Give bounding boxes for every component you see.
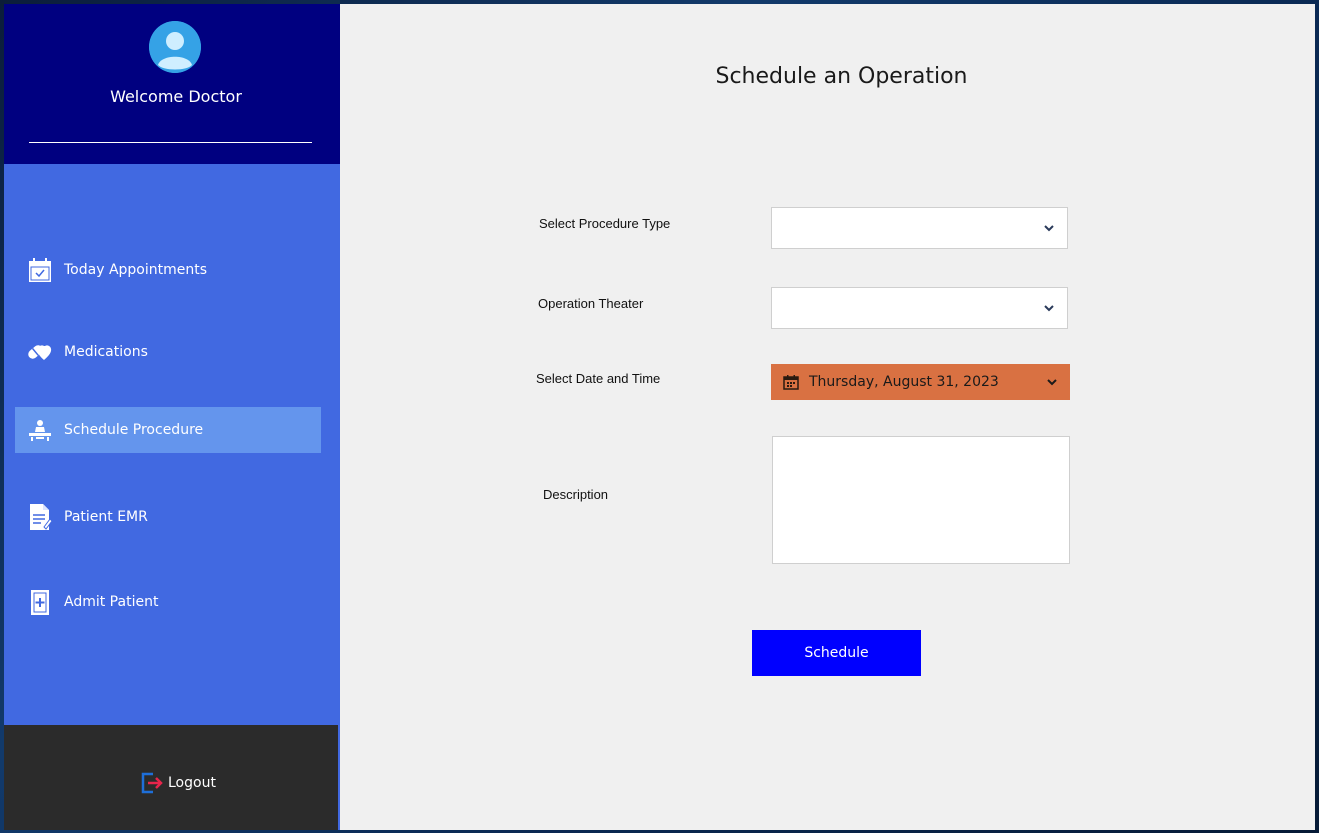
document-icon: [26, 503, 54, 531]
schedule-button[interactable]: Schedule: [752, 630, 921, 676]
sidebar-item-label: Admit Patient: [64, 594, 159, 610]
sidebar: Welcome Doctor Today Appointments Medica…: [4, 4, 340, 830]
page-title: Schedule an Operation: [715, 64, 968, 89]
operation-theater-dropdown[interactable]: [771, 287, 1068, 329]
header-divider: [29, 142, 312, 143]
chevron-down-icon: [1044, 225, 1054, 232]
user-avatar-icon: [149, 21, 201, 73]
sidebar-header: Welcome Doctor: [4, 4, 340, 164]
calendar-check-icon: [26, 256, 54, 284]
description-field[interactable]: [772, 436, 1070, 564]
sidebar-item-label: Today Appointments: [64, 262, 208, 278]
sidebar-item-admit-patient[interactable]: Admit Patient: [15, 579, 321, 625]
avatar: [149, 21, 201, 73]
chevron-down-icon: [1044, 305, 1054, 312]
sidebar-item-label: Schedule Procedure: [64, 422, 204, 438]
description-label: Description: [543, 487, 609, 502]
pills-icon: [26, 338, 54, 366]
welcome-text: Welcome Doctor: [110, 87, 242, 106]
sidebar-item-patient-emr[interactable]: Patient EMR: [15, 494, 321, 540]
sidebar-item-medications[interactable]: Medications: [15, 329, 321, 375]
procedure-type-label: Select Procedure Type: [539, 216, 671, 231]
logout-area: Logout: [4, 725, 338, 830]
logout-label: Logout: [168, 775, 216, 791]
procedure-type-dropdown[interactable]: [771, 207, 1068, 249]
sidebar-item-schedule-procedure[interactable]: Schedule Procedure: [15, 407, 321, 453]
sidebar-item-label: Medications: [64, 344, 148, 360]
date-time-picker[interactable]: Thursday, August 31, 2023: [771, 364, 1070, 400]
app-window: Welcome Doctor Today Appointments Medica…: [4, 4, 1315, 830]
sidebar-item-today-appointments[interactable]: Today Appointments: [15, 247, 321, 293]
logout-icon: [140, 771, 164, 795]
calendar-icon: [783, 375, 799, 390]
surgery-icon: [26, 416, 54, 444]
date-time-value: Thursday, August 31, 2023: [809, 374, 999, 390]
main-content: Schedule an Operation Select Procedure T…: [340, 4, 1315, 830]
date-time-label: Select Date and Time: [536, 371, 661, 386]
chevron-down-icon: [1047, 379, 1057, 386]
sidebar-item-label: Patient EMR: [64, 509, 148, 525]
logout-button[interactable]: Logout: [140, 771, 216, 795]
operation-theater-label: Operation Theater: [538, 296, 644, 311]
medical-clipboard-icon: [26, 588, 54, 616]
